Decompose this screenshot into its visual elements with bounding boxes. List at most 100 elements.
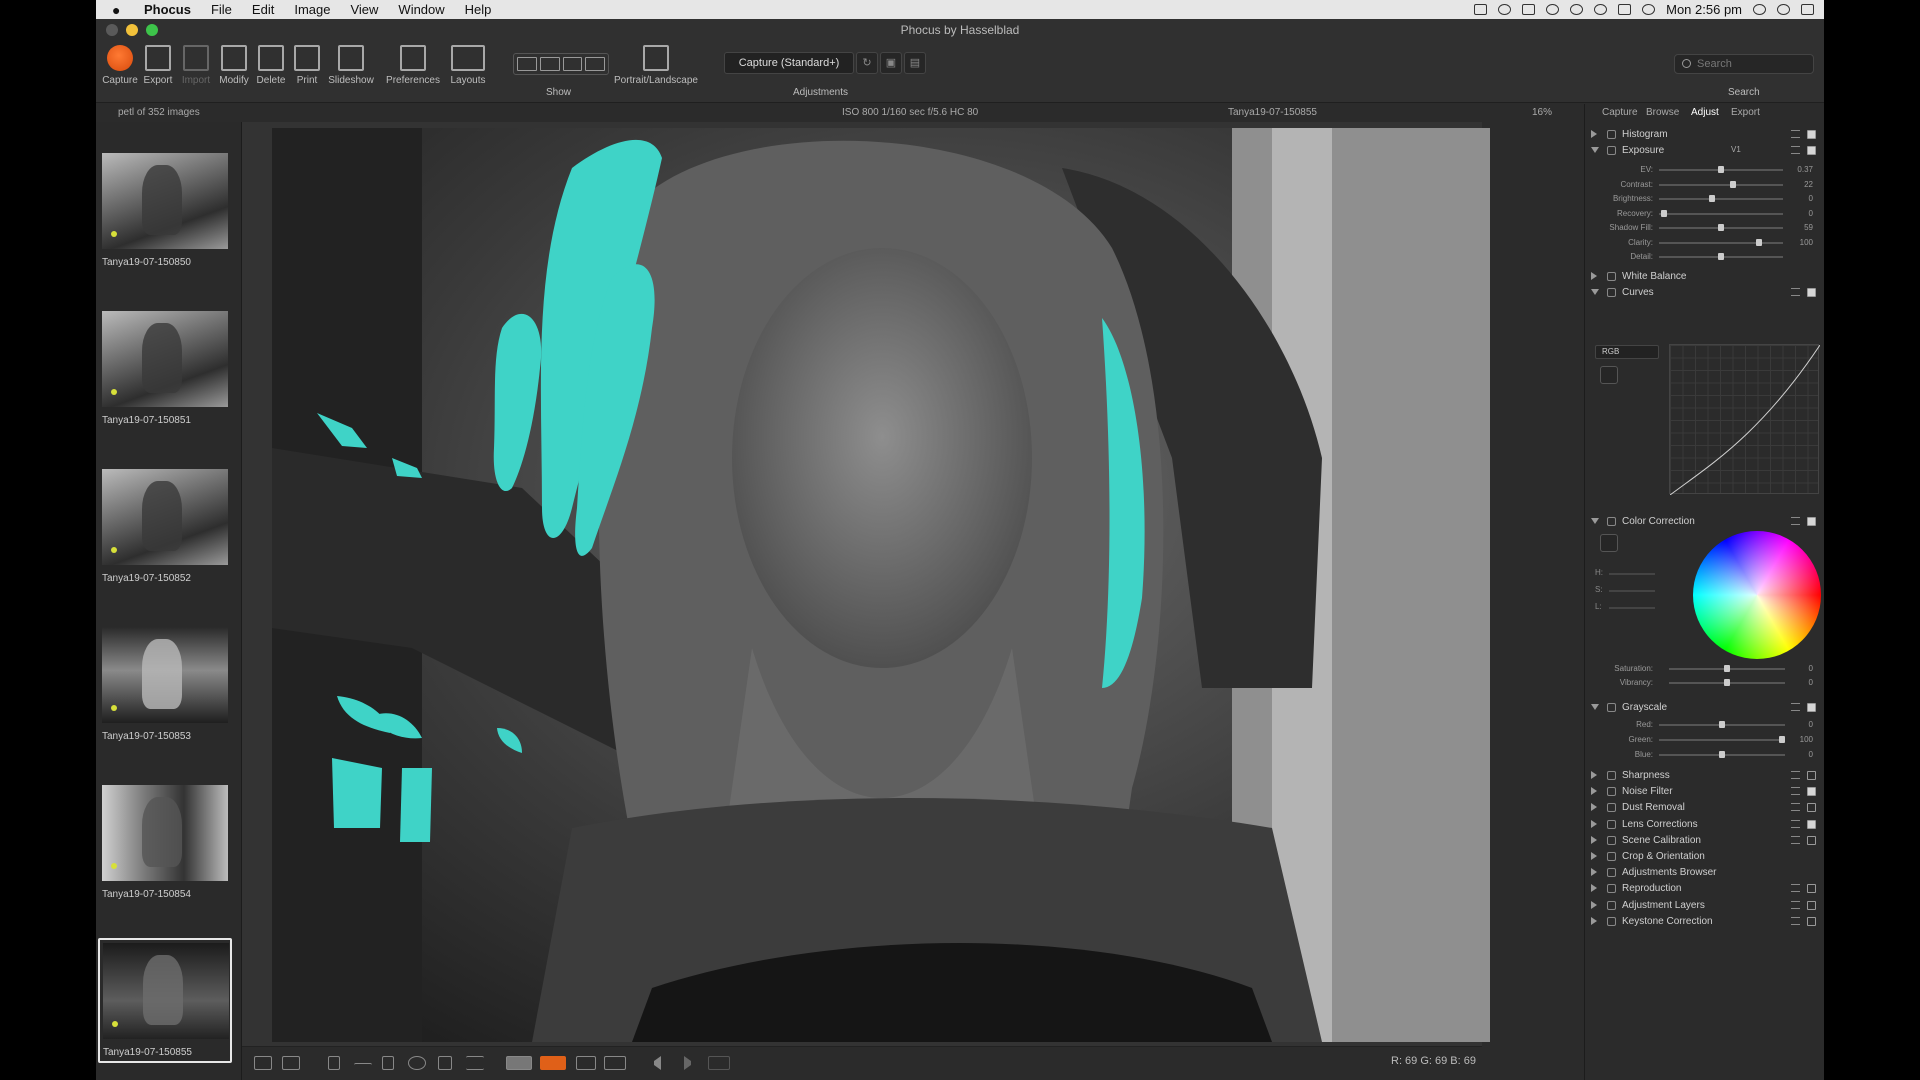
collapse-icon[interactable] (1591, 704, 1599, 710)
section-histogram[interactable]: Histogram (1585, 127, 1824, 143)
slider-value[interactable]: 59 (1785, 223, 1813, 232)
capture-button[interactable]: Capture (102, 45, 138, 86)
enable-checkbox[interactable] (1807, 884, 1816, 894)
slider-handle[interactable] (1719, 721, 1725, 728)
options-icon[interactable] (1791, 288, 1800, 296)
tab-export[interactable]: Export (1731, 107, 1760, 118)
copy-settings-icon[interactable] (1607, 272, 1616, 281)
slider-shadowfill[interactable]: Shadow Fill: 59 (1585, 221, 1824, 235)
thumbnail-selected[interactable]: Tanya19-07-150855 (98, 938, 232, 1063)
show-mode-2[interactable] (539, 57, 560, 71)
slider-value[interactable]: 100 (1785, 238, 1813, 247)
collapse-icon[interactable] (1591, 147, 1599, 153)
thumbnail[interactable]: Tanya19-07-150851 (102, 311, 228, 426)
show-mode-group[interactable] (513, 53, 609, 75)
thumbnail[interactable]: Tanya19-07-150850 (102, 153, 228, 268)
enable-checkbox[interactable] (1807, 916, 1816, 926)
delete-button[interactable]: Delete (254, 45, 288, 86)
preferences-button[interactable]: Preferences (384, 45, 442, 86)
section-lens-corrections[interactable]: Lens Corrections (1585, 817, 1824, 833)
user-icon[interactable] (1777, 4, 1790, 15)
expand-icon[interactable] (1591, 868, 1597, 877)
slider-handle[interactable] (1729, 180, 1736, 188)
slider-value[interactable]: 0.37 (1785, 165, 1813, 174)
expand-icon[interactable] (1591, 819, 1597, 828)
display-status-icon[interactable] (1522, 4, 1536, 15)
options-icon[interactable] (1791, 771, 1800, 779)
slider-vibrancy[interactable]: Vibrancy: 0 (1585, 676, 1824, 690)
enable-checkbox[interactable] (1807, 819, 1816, 829)
slider-value[interactable]: 0 (1785, 750, 1813, 759)
section-adjustments-browser[interactable]: Adjustments Browser (1585, 865, 1824, 881)
slider-brightness[interactable]: Brightness: 0 (1585, 192, 1824, 206)
section-crop-orientation[interactable]: Crop & Orientation (1585, 849, 1824, 865)
layouts-button[interactable]: Layouts (448, 45, 488, 86)
bluetooth-icon[interactable] (1570, 4, 1584, 15)
copy-settings-icon[interactable] (1607, 868, 1616, 878)
airplay-icon[interactable] (1618, 4, 1632, 15)
slider-value[interactable]: 0 (1785, 678, 1813, 687)
options-icon[interactable] (1791, 916, 1800, 925)
highlight-warning-icon[interactable] (506, 1056, 532, 1070)
slider-track[interactable] (1659, 739, 1785, 741)
menu-image[interactable]: Image (294, 2, 330, 17)
thumbnail[interactable]: Tanya19-07-150853 (102, 627, 228, 742)
expand-icon[interactable] (1591, 130, 1597, 138)
menu-window[interactable]: Window (398, 2, 444, 17)
hand-tool-icon[interactable] (438, 1056, 452, 1070)
copy-settings-icon[interactable] (1607, 130, 1616, 139)
wifi-icon[interactable] (1594, 4, 1608, 15)
slider-saturation[interactable]: Saturation: 0 (1585, 662, 1824, 676)
copy-settings-icon[interactable] (1607, 916, 1616, 926)
slider-value[interactable]: 0 (1785, 194, 1813, 203)
show-mode-1[interactable] (517, 57, 537, 71)
color-wheel[interactable] (1693, 531, 1821, 659)
eyedropper-icon[interactable] (1600, 366, 1618, 384)
slider-red[interactable]: Red: 0 (1585, 718, 1824, 732)
section-exposure[interactable]: Exposure V1 (1585, 143, 1824, 159)
spotlight-icon[interactable] (1753, 4, 1766, 15)
slider-track[interactable] (1659, 198, 1783, 200)
curve-editor[interactable] (1669, 344, 1821, 496)
copy-settings-icon[interactable] (1607, 288, 1616, 297)
copy-adjustments-icon[interactable]: ▣ (880, 52, 902, 74)
section-grayscale[interactable]: Grayscale (1585, 700, 1824, 716)
tab-browse[interactable]: Browse (1646, 107, 1679, 118)
slider-handle[interactable] (1661, 209, 1668, 217)
options-icon[interactable] (1791, 787, 1800, 796)
section-white-balance[interactable]: White Balance (1585, 269, 1824, 285)
previous-image-icon[interactable] (654, 1056, 661, 1070)
menu-view[interactable]: View (350, 2, 378, 17)
single-view-icon[interactable] (282, 1056, 300, 1070)
tab-capture[interactable]: Capture (1602, 107, 1638, 118)
expand-icon[interactable] (1591, 771, 1597, 779)
fit-screen-icon[interactable] (708, 1056, 730, 1070)
copy-settings-icon[interactable] (1607, 771, 1616, 780)
import-button[interactable]: Import (178, 45, 214, 86)
slider-handle[interactable] (1719, 751, 1725, 758)
slider-track[interactable] (1659, 241, 1783, 244)
options-icon[interactable] (1791, 803, 1800, 812)
adjustments-preset-select[interactable]: Capture (Standard+) (724, 52, 854, 74)
expand-icon[interactable] (1591, 835, 1597, 844)
slider-handle[interactable] (1708, 195, 1715, 202)
list-tool-icon[interactable] (466, 1056, 484, 1070)
slider-detail[interactable]: Detail: (1585, 250, 1824, 264)
portrait-landscape-button[interactable]: Portrait/Landscape (606, 45, 706, 86)
options-icon[interactable] (1791, 900, 1800, 909)
copy-settings-icon[interactable] (1607, 852, 1616, 861)
sync-status-icon[interactable] (1498, 4, 1512, 15)
enable-checkbox[interactable] (1807, 803, 1816, 813)
close-window-button[interactable] (106, 24, 118, 36)
expand-icon[interactable] (1591, 272, 1597, 280)
slider-value[interactable]: 0 (1785, 664, 1813, 673)
enable-checkbox[interactable] (1807, 130, 1816, 139)
options-icon[interactable] (1791, 517, 1800, 525)
section-noise-filter[interactable]: Noise Filter (1585, 784, 1824, 800)
slider-handle[interactable] (1718, 224, 1724, 231)
straighten-tool-icon[interactable] (354, 1063, 372, 1077)
copy-settings-icon[interactable] (1607, 884, 1616, 894)
hue-slider[interactable]: H: (1595, 568, 1655, 580)
section-sharpness[interactable]: Sharpness (1585, 768, 1824, 784)
options-icon[interactable] (1791, 130, 1800, 138)
